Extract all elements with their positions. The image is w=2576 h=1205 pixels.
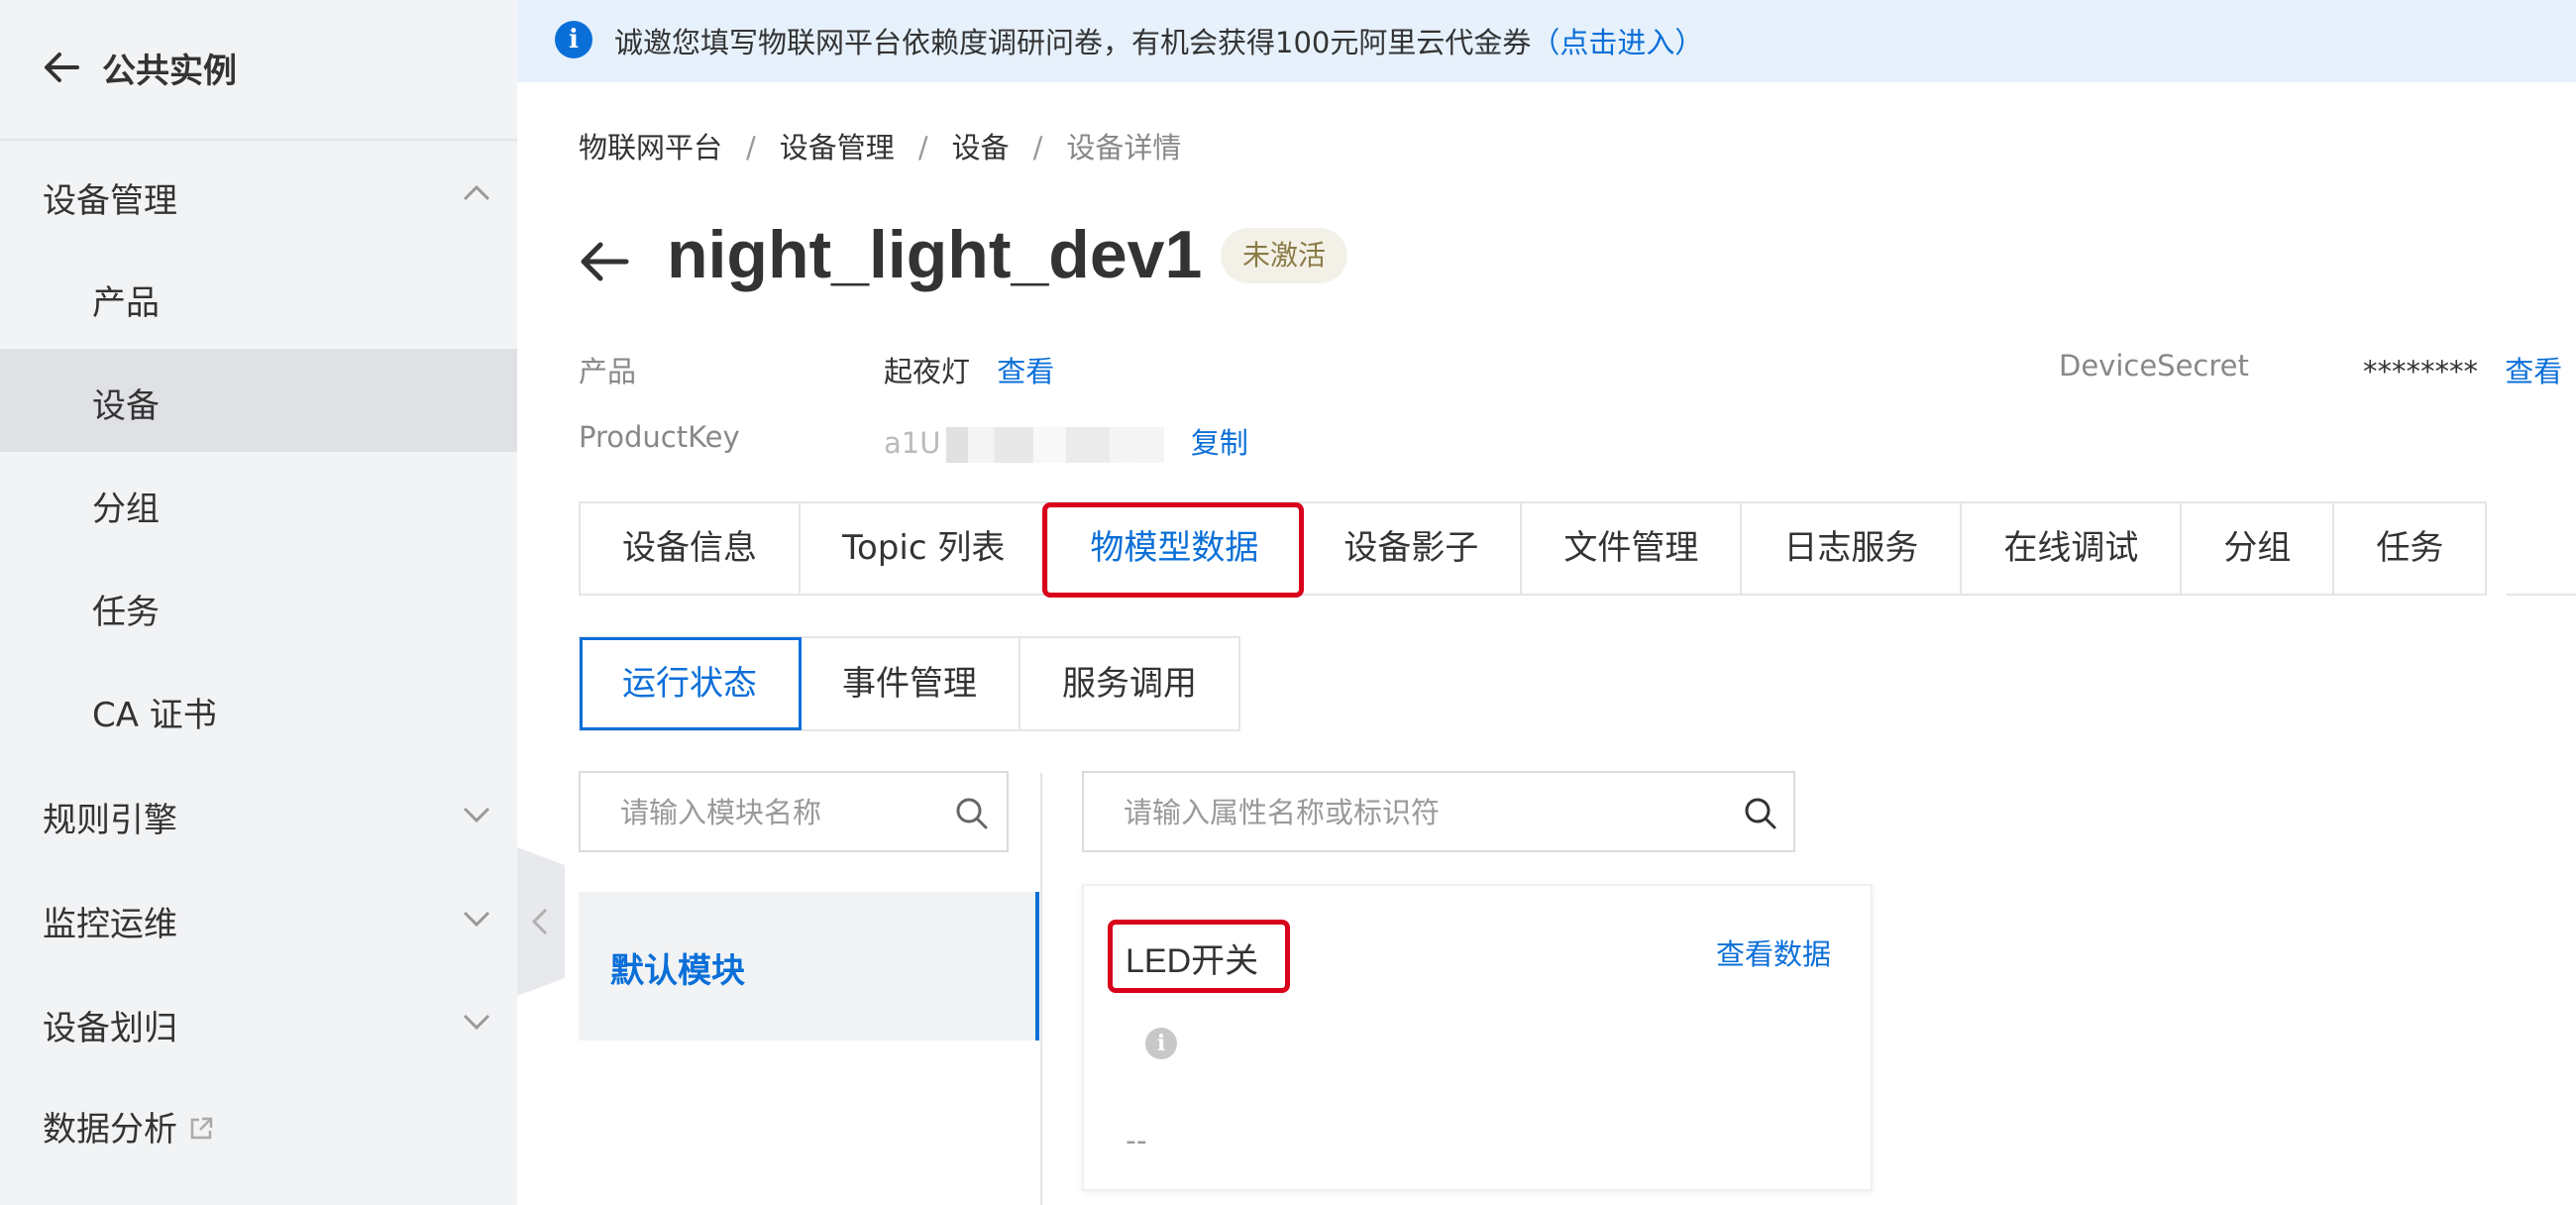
- subtab-running-status[interactable]: 运行状态: [580, 637, 802, 730]
- sidebar-group-device-assign[interactable]: 设备划归: [43, 1001, 177, 1049]
- back-arrow-icon[interactable]: [42, 48, 81, 87]
- module-list-item[interactable]: 默认模块: [579, 892, 1039, 1041]
- module-search-input[interactable]: [620, 791, 947, 834]
- sidebar-item-device[interactable]: 设备: [0, 349, 517, 452]
- breadcrumb-item[interactable]: 设备管理: [780, 131, 895, 164]
- copy-productkey-link[interactable]: 复制: [1191, 426, 1248, 460]
- chevron-left-icon: [531, 908, 548, 935]
- property-card: LED开关 查看数据 i --: [1082, 884, 1873, 1191]
- sidebar: 公共实例 设备管理 产品 设备 分组 任务 CA 证书 规则引擎 监控运维 设备…: [0, 0, 517, 1205]
- sidebar-item-group[interactable]: 分组: [0, 452, 517, 555]
- view-product-link[interactable]: 查看: [997, 355, 1054, 388]
- tab-group[interactable]: 分组: [2182, 503, 2335, 594]
- sidebar-collapse-handle[interactable]: [517, 847, 565, 996]
- tab-device-shadow[interactable]: 设备影子: [1302, 503, 1523, 594]
- sidebar-header: 公共实例: [0, 0, 517, 141]
- survey-banner: i 诚邀您填写物联网平台依赖度调研问卷，有机会获得100元阿里云代金券（点击进入…: [517, 0, 2576, 82]
- tabs-divider: [2507, 594, 2576, 596]
- search-icon[interactable]: [953, 795, 991, 832]
- sidebar-item-label: 数据分析: [43, 1110, 177, 1150]
- breadcrumb-item[interactable]: 物联网平台: [579, 131, 722, 164]
- thing-model-subtabs: 运行状态 事件管理 服务调用: [579, 636, 1240, 731]
- tab-thing-model-data[interactable]: 物模型数据: [1042, 502, 1305, 598]
- sidebar-item-product[interactable]: 产品: [0, 246, 517, 349]
- product-label: 产品: [579, 355, 637, 388]
- sidebar-item-label: 分组: [92, 490, 160, 529]
- info-icon[interactable]: i: [1145, 1028, 1177, 1059]
- productkey-label: ProductKey: [579, 420, 740, 454]
- external-link-icon: [190, 1117, 213, 1140]
- productkey-value: a1U: [884, 426, 1173, 463]
- breadcrumb-item[interactable]: 设备: [952, 131, 1010, 164]
- module-label: 默认模块: [610, 951, 745, 991]
- view-data-link[interactable]: 查看数据: [1716, 931, 1831, 973]
- module-search: [579, 771, 1009, 852]
- breadcrumb-separator: /: [1032, 131, 1043, 164]
- banner-link[interactable]: （点击进入）: [1531, 26, 1703, 59]
- sidebar-item-ca-cert[interactable]: CA 证书: [0, 658, 517, 761]
- chevron-down-icon[interactable]: [460, 798, 493, 831]
- sidebar-item-label: 设备: [92, 386, 160, 426]
- subtab-service-call[interactable]: 服务调用: [1020, 638, 1238, 729]
- banner-text: 诚邀您填写物联网平台依赖度调研问卷，有机会获得100元阿里云代金券: [614, 26, 1532, 59]
- property-search: [1082, 771, 1795, 852]
- sidebar-group-monitoring[interactable]: 监控运维: [43, 897, 177, 945]
- breadcrumb-current: 设备详情: [1066, 131, 1182, 164]
- tab-task[interactable]: 任务: [2334, 503, 2485, 594]
- sidebar-item-task[interactable]: 任务: [0, 555, 517, 658]
- tab-topic-list[interactable]: Topic 列表: [801, 503, 1049, 594]
- chevron-down-icon[interactable]: [460, 1005, 493, 1039]
- property-value: --: [1126, 1124, 1147, 1158]
- breadcrumb: 物联网平台 / 设备管理 / 设备 / 设备详情: [579, 125, 1181, 166]
- page-title: night_light_dev1: [667, 217, 1203, 292]
- sidebar-group-device-management[interactable]: 设备管理: [43, 173, 177, 222]
- chevron-up-icon[interactable]: [460, 176, 493, 210]
- search-icon[interactable]: [1742, 795, 1779, 832]
- panel-divider: [1040, 773, 1042, 1205]
- view-secret-link[interactable]: 查看: [2505, 355, 2562, 388]
- devicesecret-label: DeviceSecret: [2059, 349, 2249, 383]
- product-value: 起夜灯: [884, 355, 971, 388]
- property-name: LED开关: [1126, 942, 1259, 980]
- status-badge: 未激活: [1221, 228, 1347, 283]
- sidebar-group-rule-engine[interactable]: 规则引擎: [43, 793, 177, 841]
- tab-file-management[interactable]: 文件管理: [1522, 503, 1743, 594]
- property-search-input[interactable]: [1124, 791, 1718, 834]
- redacted-mask: [945, 427, 1164, 463]
- devicesecret-value: ********: [2363, 355, 2478, 388]
- device-tabs: 设备信息 Topic 列表 物模型数据 设备影子 文件管理 日志服务 在线调试 …: [579, 501, 2488, 598]
- sidebar-item-label: 产品: [92, 283, 160, 323]
- tab-device-info[interactable]: 设备信息: [581, 503, 801, 594]
- breadcrumb-separator: /: [917, 131, 928, 164]
- tab-log-service[interactable]: 日志服务: [1742, 503, 1963, 594]
- sidebar-item-data-analysis[interactable]: 数据分析: [43, 1102, 215, 1150]
- back-arrow-icon[interactable]: [579, 236, 630, 287]
- instance-title: 公共实例: [102, 52, 237, 91]
- tab-online-debug[interactable]: 在线调试: [1962, 503, 2183, 594]
- chevron-down-icon[interactable]: [460, 902, 493, 935]
- subtab-event-management[interactable]: 事件管理: [801, 638, 1020, 729]
- breadcrumb-separator: /: [746, 131, 756, 164]
- info-icon: i: [555, 21, 592, 58]
- sidebar-item-label: CA 证书: [92, 696, 217, 735]
- sidebar-item-label: 任务: [92, 593, 160, 632]
